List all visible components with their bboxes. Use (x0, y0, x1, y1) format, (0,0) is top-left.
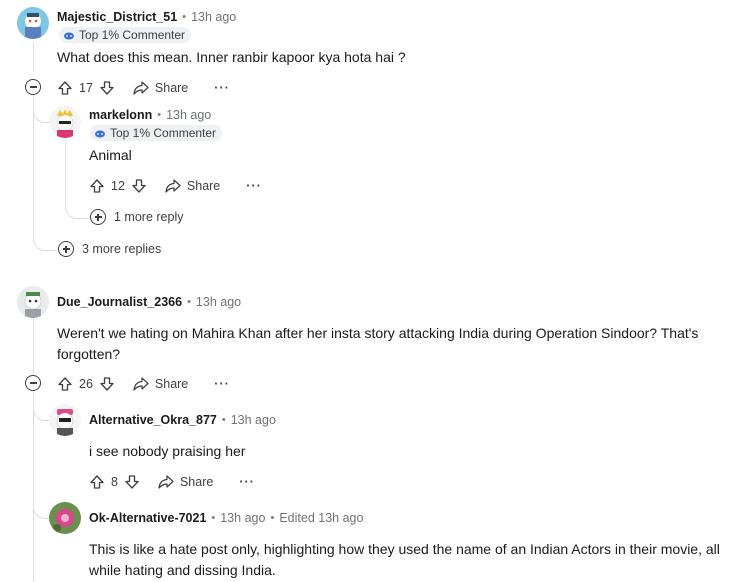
comment-body: Animal (89, 147, 132, 163)
expand-plus-icon (58, 241, 74, 257)
comment-time[interactable]: 13h ago (191, 10, 236, 24)
separator-dot: • (182, 11, 187, 23)
upvote-button[interactable] (57, 80, 73, 96)
avatar[interactable] (49, 404, 81, 436)
downvote-arrow-icon (125, 475, 139, 489)
snoo-avatar-icon (17, 286, 49, 318)
share-icon (133, 81, 149, 95)
flair-label: Top 1% Commenter (110, 126, 217, 140)
downvote-arrow-icon (100, 81, 114, 95)
upvote-arrow-icon (90, 475, 104, 489)
upvote-button[interactable] (89, 474, 105, 490)
comment-author[interactable]: Alternative_Okra_877 (89, 413, 217, 427)
downvote-arrow-icon (100, 377, 114, 391)
upvote-arrow-icon (58, 377, 72, 391)
share-button[interactable]: Share (133, 81, 188, 95)
separator-dot: • (157, 109, 162, 121)
user-flair: Top 1% Commenter (90, 125, 223, 141)
collapse-thread-button[interactable] (25, 375, 41, 391)
more-replies-button[interactable]: 3 more replies (58, 241, 161, 257)
downvote-button[interactable] (124, 474, 140, 490)
snoo-flair-icon (64, 32, 74, 40)
vote-count: 17 (79, 81, 93, 95)
comment-time[interactable]: 13h ago (231, 413, 276, 427)
avatar[interactable] (49, 502, 81, 534)
flower-avatar-icon (49, 502, 81, 534)
downvote-arrow-icon (132, 179, 146, 193)
downvote-button[interactable] (131, 178, 147, 194)
downvote-button[interactable] (99, 376, 115, 392)
more-replies-label: 1 more reply (114, 210, 184, 224)
share-label: Share (154, 81, 189, 95)
vote-count: 8 (111, 475, 118, 489)
more-options-button[interactable]: ··· (214, 81, 230, 95)
vote-count: 12 (111, 179, 125, 193)
snoo-avatar-icon (17, 7, 49, 39)
share-button[interactable]: Share (158, 475, 213, 489)
flair-label: Top 1% Commenter (79, 28, 186, 42)
snoo-flair-icon (95, 130, 105, 138)
share-button[interactable]: Share (133, 377, 188, 391)
avatar[interactable] (17, 286, 49, 318)
snoo-avatar-icon (49, 106, 81, 138)
expand-plus-icon (90, 209, 106, 225)
upvote-button[interactable] (57, 376, 73, 392)
share-label: Share (179, 475, 214, 489)
share-icon (165, 179, 181, 193)
downvote-button[interactable] (99, 80, 115, 96)
share-label: Share (186, 179, 221, 193)
collapse-thread-button[interactable] (25, 79, 41, 95)
comment-author[interactable]: Majestic_District_51 (57, 10, 177, 24)
share-button[interactable]: Share (165, 179, 220, 193)
vote-count: 26 (79, 377, 93, 391)
separator-dot: • (187, 296, 191, 308)
user-flair: Top 1% Commenter (59, 27, 192, 43)
edited-label: Edited 13h ago (279, 511, 364, 525)
comment-body: i see nobody praising her (89, 443, 246, 459)
share-icon (133, 377, 149, 391)
separator-dot: • (221, 414, 226, 426)
upvote-arrow-icon (58, 81, 72, 95)
comment-time[interactable]: 13h ago (220, 511, 265, 525)
comment-body: What does this mean. Inner ranbir kapoor… (57, 49, 406, 65)
more-replies-label: 3 more replies (82, 242, 162, 256)
comment-author[interactable]: Due_Journalist_2366 (57, 295, 182, 309)
comment-body: This is like a hate post only, highlight… (89, 541, 720, 578)
snoo-avatar-icon (49, 404, 81, 436)
more-options-button[interactable]: ··· (214, 377, 230, 391)
separator-dot: • (211, 512, 216, 524)
avatar[interactable] (49, 106, 81, 138)
comment-author[interactable]: markelonn (89, 108, 152, 122)
upvote-button[interactable] (89, 178, 105, 194)
more-options-button[interactable]: ··· (239, 475, 255, 489)
share-icon (158, 475, 174, 489)
more-replies-button[interactable]: 1 more reply (90, 209, 183, 225)
avatar[interactable] (17, 7, 49, 39)
share-label: Share (154, 377, 189, 391)
comment-body: Weren't we hating on Mahira Khan after h… (57, 325, 699, 362)
more-options-button[interactable]: ··· (246, 179, 262, 193)
comment-author[interactable]: Ok-Alternative-7021 (89, 511, 206, 525)
separator-dot: • (270, 512, 275, 524)
comment-time[interactable]: 13h ago (196, 295, 241, 309)
comment-time[interactable]: 13h ago (166, 108, 211, 122)
upvote-arrow-icon (90, 179, 104, 193)
